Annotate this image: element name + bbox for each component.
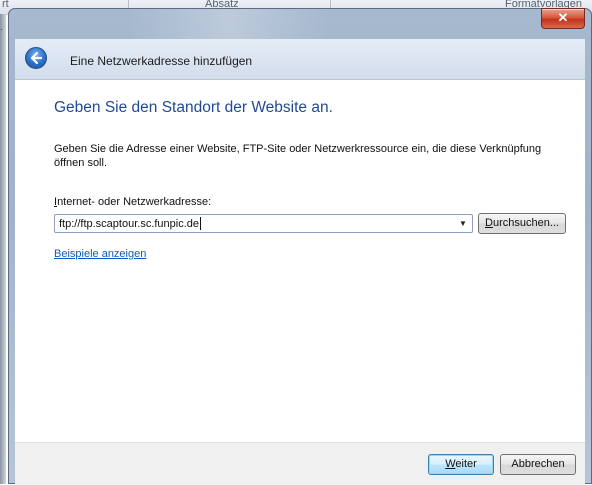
close-icon: ✕ <box>557 10 569 25</box>
background-edge-glyph: · <box>0 24 3 34</box>
dialog-content: Geben Sie den Standort der Website an. G… <box>15 80 585 442</box>
address-label-text: nternet- oder Netzwerkadresse: <box>57 196 212 208</box>
show-examples-link[interactable]: Beispiele anzeigen <box>54 248 146 260</box>
ribbon-label-fragment: rt <box>2 0 9 10</box>
dialog-footer: Weiter Abbrechen <box>15 442 585 485</box>
instruction-text: Geben Sie die Adresse einer Website, FTP… <box>54 143 542 169</box>
address-value: ftp://ftp.scaptour.sc.funpic.de <box>59 218 200 230</box>
address-label: Internet- oder Netzwerkadresse: <box>54 196 211 208</box>
back-arrow-icon <box>30 51 43 65</box>
background-window-edge <box>0 14 6 484</box>
cancel-button[interactable]: Abbrechen <box>500 454 576 475</box>
dialog-header: Eine Netzwerkadresse hinzufügen <box>15 39 585 80</box>
text-cursor <box>200 217 202 230</box>
address-input[interactable]: ftp://ftp.scaptour.sc.funpic.de <box>59 217 202 230</box>
next-label: eiter <box>455 458 477 470</box>
dropdown-arrow-icon[interactable]: ▼ <box>457 218 469 230</box>
next-mnemonic: W <box>445 458 456 470</box>
dialog-window: ✕ Eine Netzwerkadresse hinzufügen Geben … <box>8 8 592 485</box>
browse-button[interactable]: Durchsuchen... <box>478 213 566 234</box>
back-button[interactable] <box>25 47 47 69</box>
next-button[interactable]: Weiter <box>428 454 494 475</box>
close-button[interactable]: ✕ <box>541 8 585 29</box>
address-combobox[interactable]: ftp://ftp.scaptour.sc.funpic.de ▼ <box>54 214 473 233</box>
browse-label: urchsuchen... <box>492 217 559 229</box>
dialog-title: Eine Netzwerkadresse hinzufügen <box>70 54 253 68</box>
page-heading: Geben Sie den Standort der Website an. <box>54 99 333 116</box>
browse-mnemonic: D <box>485 217 493 229</box>
